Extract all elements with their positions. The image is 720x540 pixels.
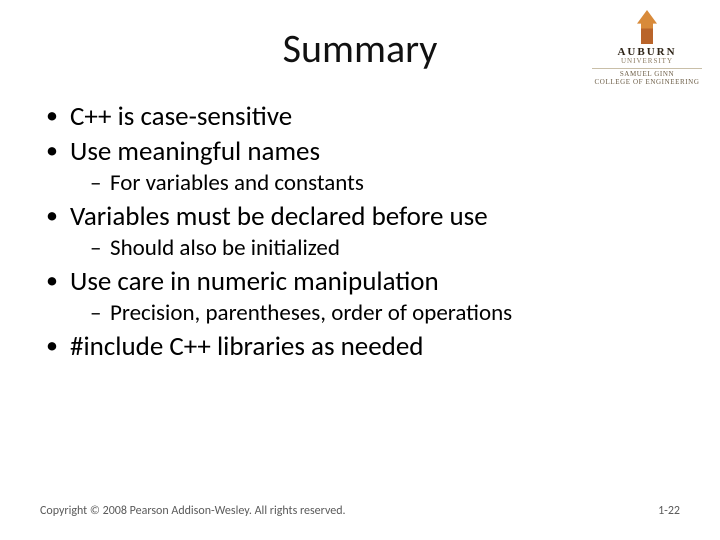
bullet-text: Use care in numeric manipulation: [70, 265, 439, 298]
bullet-text: Use meaningful names: [70, 135, 320, 168]
bullet-text: C++ is case-sensitive: [70, 100, 292, 133]
footer: Copyright © 2008 Pearson Addison-Wesley.…: [40, 504, 680, 518]
sub-bullet-list: For variables and constants: [70, 169, 680, 197]
sub-bullet-text: Precision, parentheses, order of operati…: [110, 299, 512, 327]
sub-bullet-list: Should also be initialized: [70, 234, 680, 262]
sub-bullet-item: Should also be initialized: [90, 234, 680, 262]
sub-bullet-list: Precision, parentheses, order of operati…: [70, 299, 680, 327]
logo-tagline: UNIVERSITY: [592, 57, 702, 65]
page-number: 1-22: [658, 504, 680, 518]
slide-title: Summary: [40, 24, 680, 73]
sub-bullet-item: Precision, parentheses, order of operati…: [90, 299, 680, 327]
auburn-logo: AUBURN UNIVERSITY SAMUEL GINN COLLEGE OF…: [592, 10, 702, 86]
bullet-item: Use meaningful names For variables and c…: [44, 136, 680, 197]
bullet-list: C++ is case-sensitive Use meaningful nam…: [40, 101, 680, 364]
sub-bullet-text: Should also be initialized: [110, 234, 340, 262]
slide: AUBURN UNIVERSITY SAMUEL GINN COLLEGE OF…: [0, 0, 720, 540]
bullet-item: C++ is case-sensitive: [44, 101, 680, 134]
logo-divider: [592, 68, 702, 69]
copyright-text: Copyright © 2008 Pearson Addison-Wesley.…: [40, 504, 346, 518]
tower-icon: [637, 10, 657, 44]
sub-bullet-text: For variables and constants: [110, 169, 364, 197]
bullet-item: #include C++ libraries as needed: [44, 331, 680, 364]
bullet-text: Variables must be declared before use: [70, 200, 488, 233]
logo-college-line2: COLLEGE OF ENGINEERING: [592, 79, 702, 87]
sub-bullet-item: For variables and constants: [90, 169, 680, 197]
bullet-item: Variables must be declared before use Sh…: [44, 201, 680, 262]
bullet-item: Use care in numeric manipulation Precisi…: [44, 266, 680, 327]
bullet-text: #include C++ libraries as needed: [70, 330, 423, 363]
